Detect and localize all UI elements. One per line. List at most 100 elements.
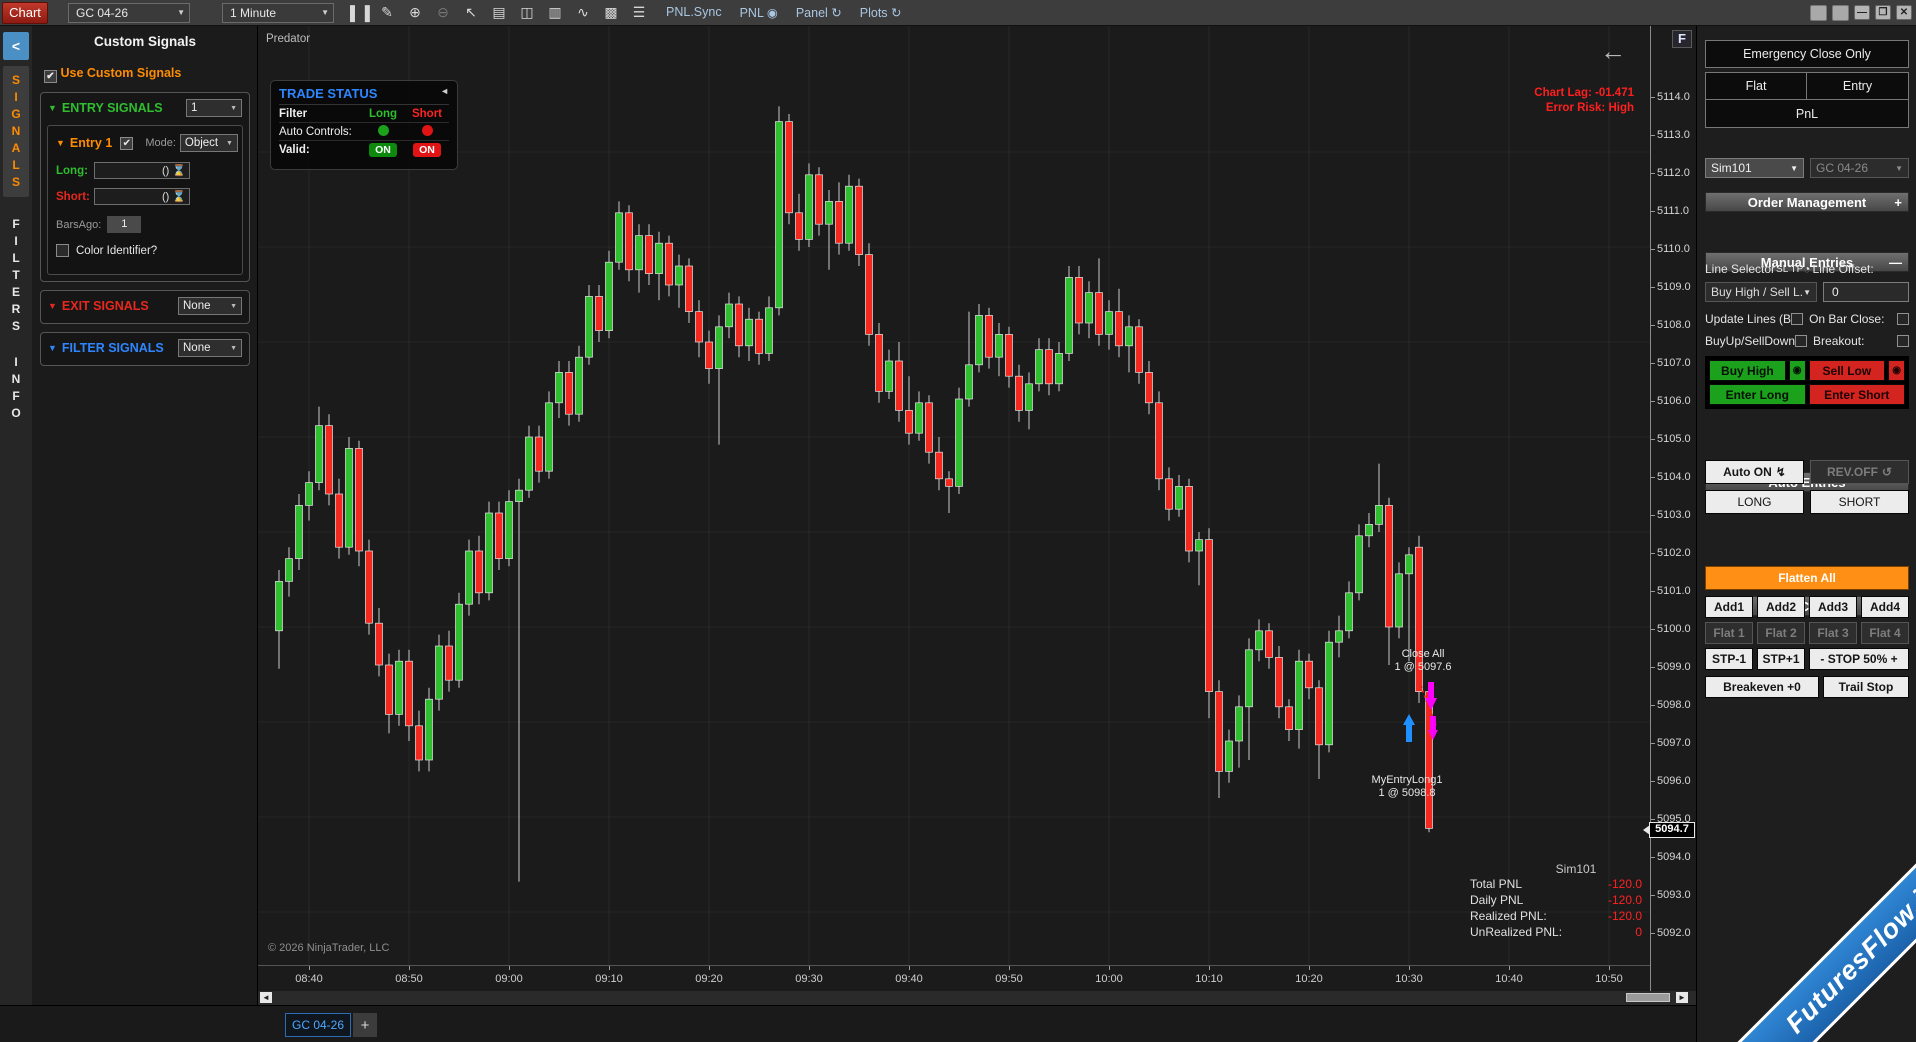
short-signal-input[interactable]: () ⌛ [94, 188, 190, 205]
instrument-dropdown-right[interactable]: GC 04-26▼ [1810, 158, 1909, 178]
panel-layout-icon[interactable]: ◫ [518, 4, 536, 21]
reverse-off-button[interactable]: REV.OFF↺ [1810, 460, 1909, 484]
buyup-selldown-checkbox[interactable] [1795, 335, 1807, 347]
scroll-right-arrow[interactable]: ► [1676, 992, 1688, 1003]
strategy-grid-icon[interactable]: ▩ [602, 4, 620, 21]
zoom-out-icon[interactable]: ⊖ [434, 4, 452, 21]
properties-list-icon[interactable]: ☰ [630, 4, 648, 21]
add-button-3[interactable]: Add3 [1809, 596, 1857, 618]
collapse-triangle-icon[interactable]: ▼ [48, 343, 57, 353]
pnl-button[interactable]: PnL [1705, 100, 1909, 128]
menu-item-panel-reset[interactable]: Panel ↻ [796, 5, 842, 20]
sell-low-button[interactable]: Sell Low [1809, 360, 1886, 381]
interval-dropdown[interactable]: 1 Minute▼ [222, 3, 334, 23]
color-identifier-checkbox[interactable] [56, 244, 69, 257]
enter-short-button[interactable]: Enter Short [1809, 384, 1906, 405]
sell-low-eye-icon[interactable]: ◉ [1888, 360, 1905, 381]
flatten-all-button[interactable]: Flatten All [1705, 566, 1909, 590]
trail-stop-button[interactable]: Trail Stop [1823, 676, 1909, 698]
candlestick-chart[interactable] [258, 26, 1650, 965]
menu-item-plots-reset[interactable]: Plots ↻ [860, 5, 902, 20]
checkbox-checked-icon[interactable]: ✔ [44, 70, 57, 83]
use-custom-signals-checkbox[interactable]: ✔ Use Custom Signals [44, 66, 181, 83]
collapse-panel-button[interactable]: < [3, 32, 29, 60]
entry-count-dropdown[interactable]: 1▼ [186, 99, 242, 117]
auto-on-button[interactable]: Auto ON↯ [1705, 460, 1804, 484]
chart-menu-button[interactable]: Chart [2, 2, 48, 24]
order-management-header[interactable]: Order Management + [1705, 192, 1909, 212]
update-lines-checkbox[interactable] [1791, 313, 1803, 325]
zoom-in-icon[interactable]: ⊕ [406, 4, 424, 21]
add-tab-button[interactable]: + [353, 1013, 377, 1037]
flat-button-1[interactable]: Flat 1 [1705, 622, 1753, 644]
flat-button[interactable]: Flat [1705, 72, 1807, 100]
tab-gc-04-26[interactable]: GC 04-26 [285, 1013, 351, 1037]
draw-pencil-icon[interactable]: ✎ [378, 4, 396, 21]
scrollbar-thumb[interactable] [1626, 993, 1670, 1002]
menu-item-pnl-eye[interactable]: PNL ◉ [740, 5, 778, 20]
line-selector-dropdown[interactable]: Buy High / Sell L...▼ [1705, 282, 1817, 302]
expand-icon[interactable]: + [1894, 195, 1902, 210]
cursor-icon[interactable]: ↖ [462, 4, 480, 21]
buy-high-button[interactable]: Buy High [1709, 360, 1786, 381]
short-button[interactable]: SHORT [1810, 490, 1909, 514]
breakout-checkbox[interactable] [1897, 335, 1909, 347]
focus-button[interactable]: F [1672, 30, 1692, 48]
tab-filters[interactable]: FILTERS [3, 210, 29, 341]
tab-signals[interactable]: SIGNALS [3, 66, 29, 197]
add-button-2[interactable]: Add2 [1757, 596, 1805, 618]
scroll-left-arrow[interactable]: ◄ [260, 992, 272, 1003]
flat-button-3[interactable]: Flat 3 [1809, 622, 1857, 644]
close-button[interactable]: ✕ [1896, 5, 1912, 20]
collapse-triangle-icon[interactable]: ▼ [48, 301, 57, 311]
exit-signals-dropdown[interactable]: None▼ [178, 297, 242, 315]
add-button-4[interactable]: Add4 [1861, 596, 1909, 618]
line-selector-label: Line Selector [1705, 262, 1775, 276]
long-auto-dot[interactable] [378, 125, 389, 136]
tab-info[interactable]: INFO [3, 348, 29, 428]
add-button-1[interactable]: Add1 [1705, 596, 1753, 618]
indicators-icon[interactable]: ▥ [546, 4, 564, 21]
short-auto-dot[interactable] [422, 125, 433, 136]
clock-icon[interactable]: ◔ [1803, 262, 1810, 276]
price-axis[interactable]: F 5114.05113.05112.05111.05110.05109.051… [1650, 26, 1696, 991]
chart-area[interactable]: Predator ← Chart Lag: -01.471 Error Risk… [258, 26, 1650, 965]
breakeven-button[interactable]: Breakeven +0 [1705, 676, 1819, 698]
candlestick-chart-icon[interactable]: ▌▐ [350, 5, 368, 21]
minimize-button[interactable]: — [1854, 5, 1870, 20]
chart-scrollbar[interactable]: ◄ ► [258, 991, 1696, 1005]
barsago-input[interactable]: 1 [107, 216, 141, 233]
long-signal-input[interactable]: () ⌛ [94, 162, 190, 179]
data-series-icon[interactable]: ▤ [490, 4, 508, 21]
menu-item-pnl-sync[interactable]: PNL.Sync [666, 5, 722, 20]
workspace-button-2[interactable] [1832, 5, 1849, 21]
line-offset-input[interactable]: 0 [1823, 282, 1909, 302]
collapse-left-icon[interactable]: ◄ [440, 86, 449, 101]
entry-1-checkbox[interactable]: ✔ [120, 137, 133, 150]
buy-high-eye-icon[interactable]: ◉ [1789, 360, 1806, 381]
instrument-dropdown[interactable]: GC 04-26▼ [68, 3, 190, 23]
mode-dropdown[interactable]: Object▼ [180, 134, 238, 152]
emergency-close-only-button[interactable]: Emergency Close Only [1705, 40, 1909, 68]
time-axis[interactable]: 08:4008:5009:0009:1009:2009:3009:4009:50… [258, 965, 1650, 991]
stop-50-button[interactable]: - STOP 50% + [1809, 648, 1909, 670]
enter-long-button[interactable]: Enter Long [1709, 384, 1806, 405]
account-dropdown[interactable]: Sim101▼ [1705, 158, 1804, 178]
long-button[interactable]: LONG [1705, 490, 1804, 514]
stp-plus-button[interactable]: STP+1 [1757, 648, 1805, 670]
flat-button-4[interactable]: Flat 4 [1861, 622, 1909, 644]
on-bar-close-checkbox[interactable] [1897, 313, 1909, 325]
time-axis-tick [809, 966, 810, 970]
back-arrow-icon[interactable]: ← [1600, 36, 1626, 67]
flat-button-2[interactable]: Flat 2 [1757, 622, 1805, 644]
trendline-icon[interactable]: ∿ [574, 4, 592, 21]
pnl-row-label: Realized PNL: [1470, 908, 1547, 924]
workspace-button-1[interactable] [1810, 5, 1827, 21]
filter-signals-dropdown[interactable]: None▼ [178, 339, 242, 357]
time-axis-tick [409, 966, 410, 970]
collapse-triangle-icon[interactable]: ▼ [48, 103, 57, 113]
stp-minus-button[interactable]: STP-1 [1705, 648, 1753, 670]
restore-button[interactable]: ❐ [1875, 5, 1891, 20]
collapse-triangle-icon[interactable]: ▼ [56, 138, 65, 148]
entry-button[interactable]: Entry [1807, 72, 1909, 100]
